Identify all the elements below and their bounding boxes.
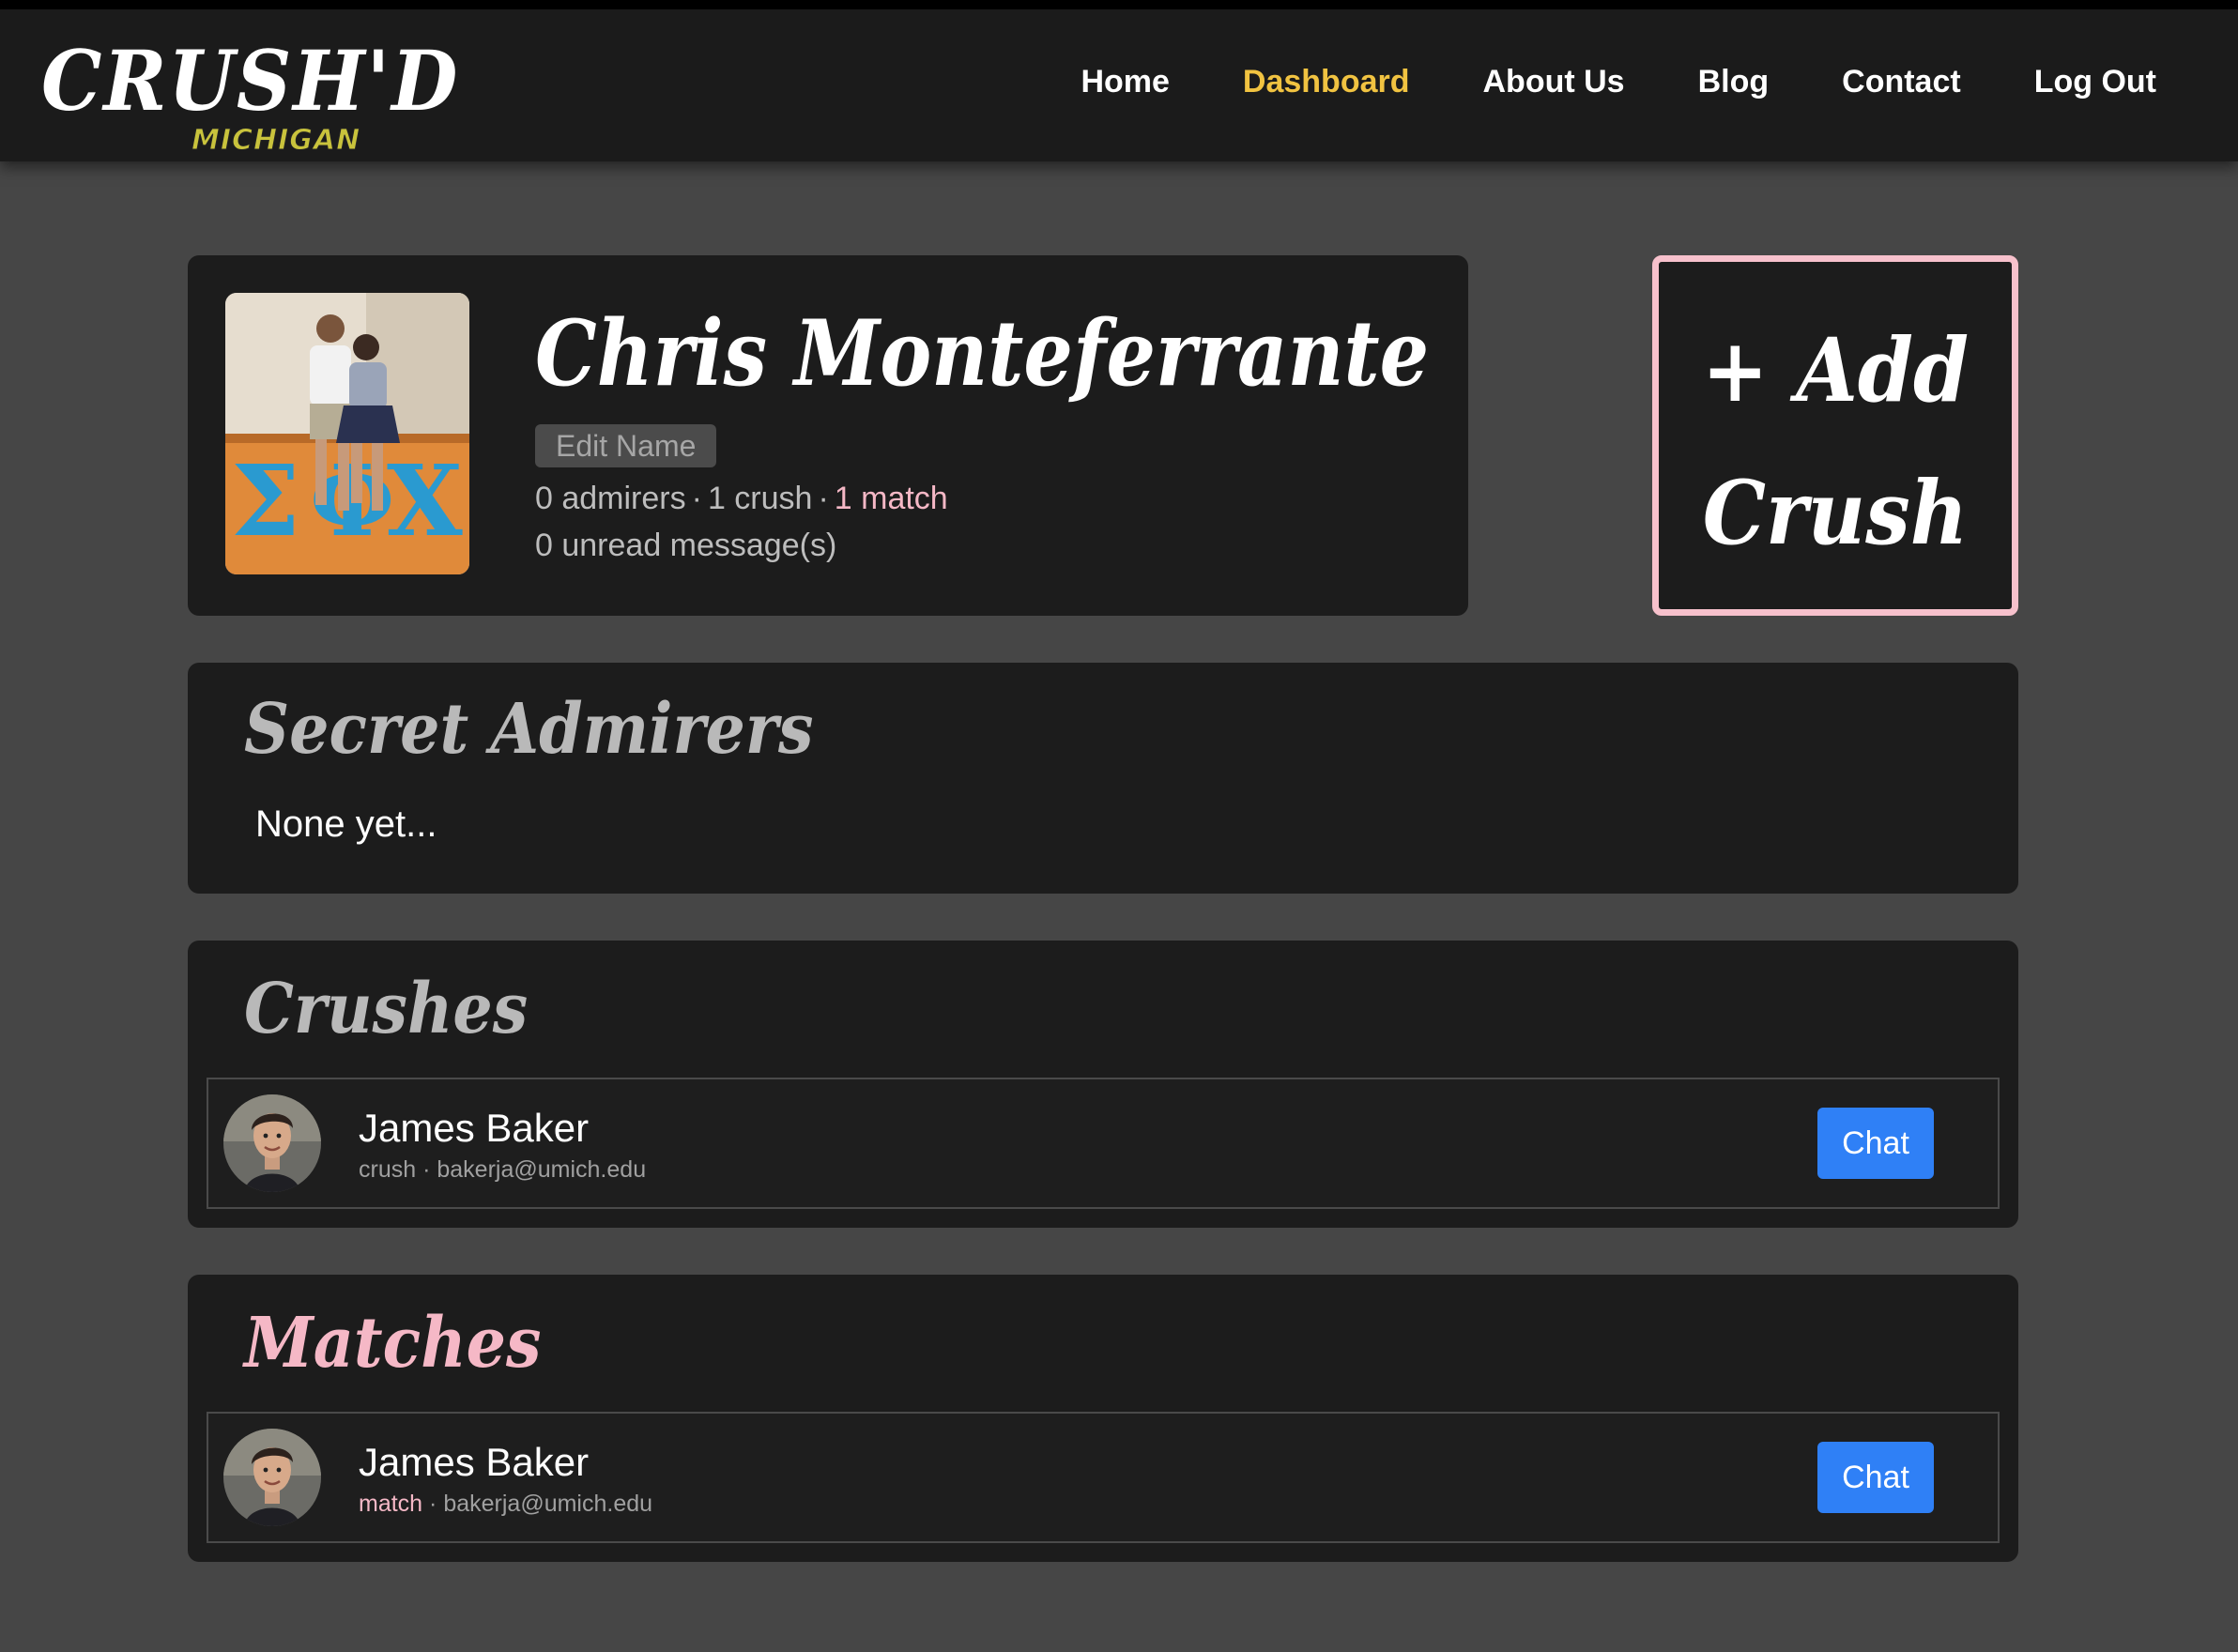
unread-count: 0 unread message(s) [535,528,837,563]
meta-separator: · [429,1491,437,1517]
navbar: CRUSH'D MICHIGAN Home Dashboard About Us… [0,0,2238,161]
logo-text: CRUSH'D [41,32,460,130]
stats-separator: · [818,481,829,516]
site-logo[interactable]: CRUSH'D MICHIGAN [41,34,457,165]
match-name: James Baker [359,1440,590,1484]
nav-log-out[interactable]: Log Out [1998,56,2193,108]
crushes-card: Crushes James Baker crush · bakerja@umic… [188,941,2018,1228]
crush-row: James Baker crush · bakerja@umich.edu Ch… [207,1078,2000,1209]
crush-type-label: crush [359,1156,417,1183]
stats-separator: · [691,481,702,516]
profile-card: Σ Φ X Chris Monteferrante Edit Name 0 ad… [188,255,1468,616]
crush-chat-button[interactable]: Chat [1817,1108,1934,1179]
profile-name: Chris Monteferrante [535,300,1430,406]
profile-stats: 0 admirers · 1 crush · 1 match [535,481,948,517]
secret-admirers-title: Secret Admirers [244,689,814,770]
admirer-count: 0 admirers [535,481,686,516]
match-type-label: match [359,1491,423,1517]
svg-text:X: X [387,443,463,558]
crush-email: bakerja@umich.edu [437,1156,647,1183]
crush-count: 1 crush [707,481,813,516]
crush-name: James Baker [359,1106,590,1150]
match-row: James Baker match · bakerja@umich.edu Ch… [207,1412,2000,1543]
match-avatar [223,1429,321,1526]
edit-name-button[interactable]: Edit Name [535,424,717,467]
add-crush-label-line2: Crush [1702,462,1969,565]
nav-dashboard[interactable]: Dashboard [1206,56,1447,108]
add-crush-button[interactable]: + Add Crush [1652,255,2018,616]
nav-contact[interactable]: Contact [1805,56,1998,108]
admirers-empty-text: None yet... [255,803,437,845]
match-count: 1 match [834,481,948,516]
nav-about-us[interactable]: About Us [1447,56,1662,108]
nav-blog[interactable]: Blog [1662,56,1806,108]
match-meta: match · bakerja@umich.edu [359,1491,652,1518]
crush-meta: crush · bakerja@umich.edu [359,1156,646,1184]
matches-title: Matches [244,1303,542,1384]
nav-menu: Home Dashboard About Us Blog Contact Log… [1044,56,2193,108]
add-crush-label-line1: + Add [1701,319,1970,422]
nav-home[interactable]: Home [1044,56,1205,108]
secret-admirers-card: Secret Admirers None yet... [188,663,2018,894]
crush-avatar [223,1094,321,1192]
add-crush-label: + Add Crush [1677,299,1994,585]
match-email: bakerja@umich.edu [443,1491,653,1517]
logo-subtext: MICHIGAN [191,124,361,158]
crushes-title: Crushes [244,969,529,1049]
matches-card: Matches James Baker match · bakerja@umic… [188,1275,2018,1562]
meta-separator: · [422,1156,431,1183]
match-chat-button[interactable]: Chat [1817,1442,1934,1513]
profile-photo: Σ Φ X [225,293,469,574]
svg-text:Σ: Σ [231,443,300,558]
